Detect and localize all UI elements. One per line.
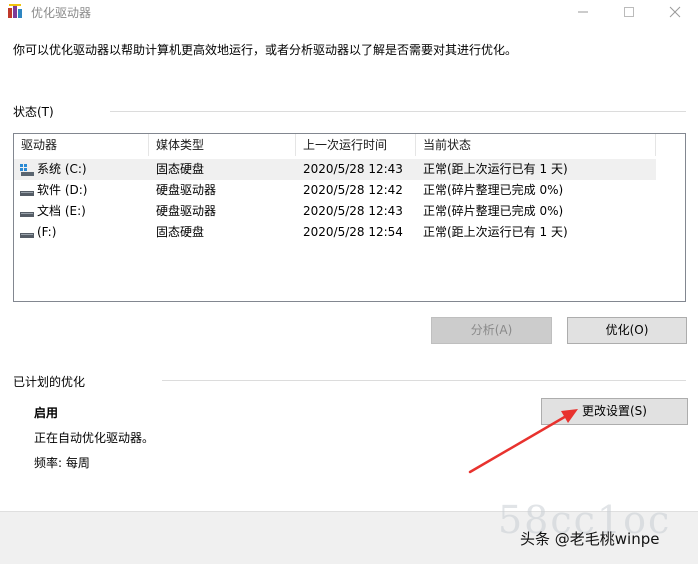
column-header-current-status[interactable]: 当前状态 (416, 134, 656, 156)
drive-row-d[interactable]: 软件 (D:) 硬盘驱动器 2020/5/28 12:42 正常(碎片整理已完成… (14, 180, 656, 201)
column-header-media-type[interactable]: 媒体类型 (149, 134, 296, 156)
drive-last-run: 2020/5/28 12:43 (303, 204, 403, 218)
attribution-text: 头条 @老毛桃winpe (520, 530, 660, 548)
schedule-description: 正在自动优化驱动器。 (34, 431, 155, 445)
drive-name: (F:) (37, 225, 57, 239)
column-header-last-run[interactable]: 上一次运行时间 (296, 134, 416, 156)
window-title: 优化驱动器 (31, 6, 92, 20)
hard-drive-icon (20, 212, 34, 217)
drive-last-run: 2020/5/28 12:43 (303, 162, 403, 176)
schedule-frequency: 频率: 每周 (34, 456, 90, 470)
status-section-label: 状态(T) (13, 105, 54, 119)
drive-list[interactable]: 驱动器 媒体类型 上一次运行时间 当前状态 系统 (C:) 固态硬盘 2020/… (13, 133, 686, 302)
close-icon (669, 6, 681, 18)
drive-row-f[interactable]: (F:) 固态硬盘 2020/5/28 12:54 正常(距上次运行已有 1 天… (14, 222, 656, 243)
minimize-icon (578, 11, 588, 13)
close-button[interactable] (652, 0, 698, 24)
schedule-status: 启用 (34, 406, 59, 420)
intro-text: 你可以优化驱动器以帮助计算机更高效地运行，或者分析驱动器以了解是否需要对其进行优… (13, 43, 518, 57)
drive-name: 文档 (E:) (37, 204, 86, 218)
system-drive-icon (20, 164, 34, 176)
drive-status: 正常(距上次运行已有 1 天) (423, 162, 568, 176)
defrag-app-icon (8, 4, 22, 18)
scheduled-section-divider (162, 380, 686, 381)
column-header-drive[interactable]: 驱动器 (14, 134, 149, 156)
minimize-button[interactable] (560, 0, 606, 24)
drive-row-e[interactable]: 文档 (E:) 硬盘驱动器 2020/5/28 12:43 正常(碎片整理已完成… (14, 201, 656, 222)
optimize-button[interactable]: 优化(O) (567, 317, 687, 344)
drive-status: 正常(距上次运行已有 1 天) (423, 225, 568, 239)
change-settings-button[interactable]: 更改设置(S) (541, 398, 688, 425)
hard-drive-icon (20, 233, 34, 238)
hard-drive-icon (20, 191, 34, 196)
maximize-button[interactable] (606, 0, 652, 24)
drive-row-c[interactable]: 系统 (C:) 固态硬盘 2020/5/28 12:43 正常(距上次运行已有 … (14, 159, 656, 180)
drive-status: 正常(碎片整理已完成 0%) (423, 183, 564, 197)
title-bar: 优化驱动器 (0, 0, 698, 26)
drive-media-type: 硬盘驱动器 (156, 183, 217, 197)
drive-media-type: 固态硬盘 (156, 225, 205, 239)
drive-name: 软件 (D:) (37, 183, 88, 197)
drive-name: 系统 (C:) (37, 162, 87, 176)
drive-last-run: 2020/5/28 12:54 (303, 225, 403, 239)
scheduled-section-label: 已计划的优化 (13, 375, 86, 389)
maximize-icon (624, 7, 634, 17)
drive-media-type: 硬盘驱动器 (156, 204, 217, 218)
analyze-button[interactable]: 分析(A) (431, 317, 552, 344)
status-section-divider (110, 111, 686, 112)
drive-list-header: 驱动器 媒体类型 上一次运行时间 当前状态 (14, 134, 656, 156)
drive-last-run: 2020/5/28 12:42 (303, 183, 403, 197)
drive-media-type: 固态硬盘 (156, 162, 205, 176)
drive-status: 正常(碎片整理已完成 0%) (423, 204, 564, 218)
